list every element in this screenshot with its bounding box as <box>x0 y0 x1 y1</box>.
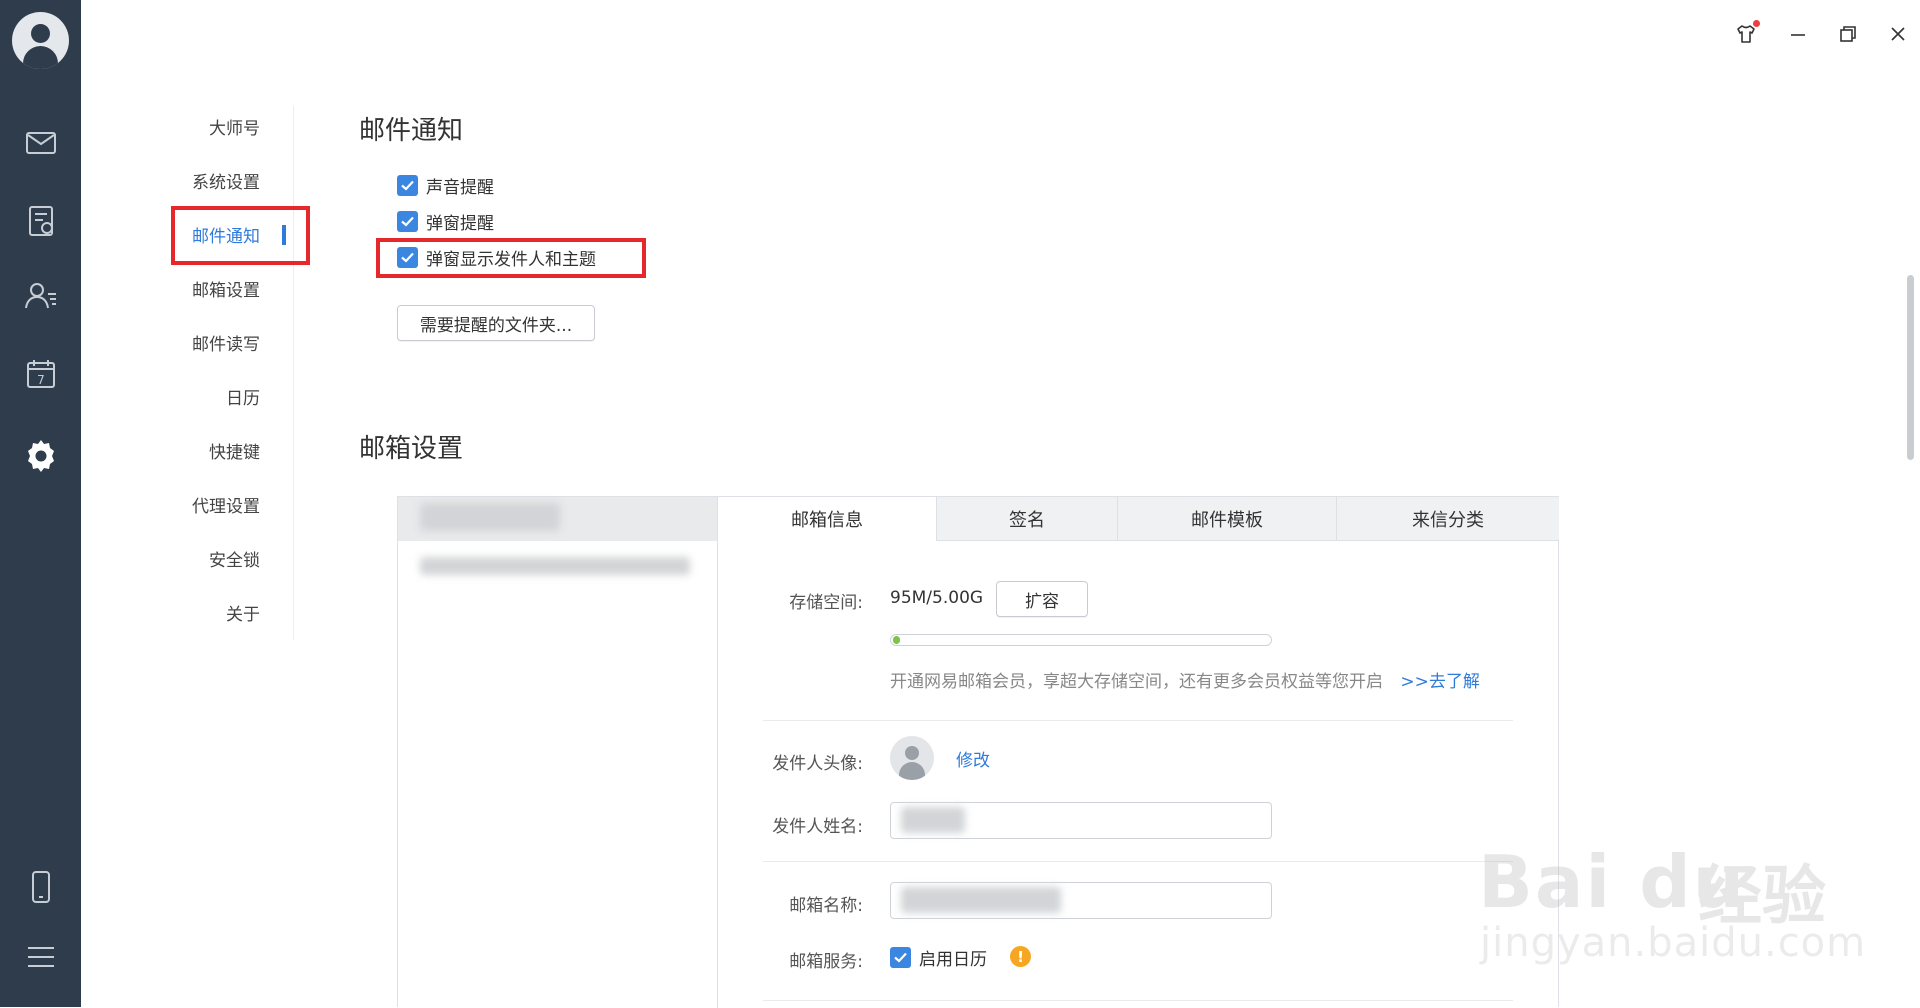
account-item-selected[interactable] <box>398 497 717 541</box>
minimize-icon[interactable] <box>1782 18 1814 50</box>
checkbox-checked-icon[interactable] <box>397 210 418 232</box>
phone-icon[interactable] <box>18 864 64 910</box>
warning-icon[interactable]: ! <box>1010 946 1031 967</box>
user-avatar[interactable] <box>12 12 69 69</box>
member-promo: 开通网易邮箱会员，享超大存储空间，还有更多会员权益等您开启 >>去了解 <box>890 667 1480 692</box>
promo-learn-more-link[interactable]: >>去了解 <box>1400 672 1480 692</box>
expand-storage-button[interactable]: 扩容 <box>996 581 1088 617</box>
menu-icon[interactable] <box>18 934 64 980</box>
option-label: 弹窗提醒 <box>426 213 494 234</box>
contacts-icon[interactable] <box>18 273 64 319</box>
redacted-account-email <box>420 557 690 575</box>
redacted-mailbox-name <box>901 887 1061 913</box>
mail-icon[interactable] <box>18 120 64 166</box>
popup-reminder-option[interactable]: 弹窗提醒 <box>397 208 494 234</box>
calendar-icon[interactable]: 7 <box>18 351 64 397</box>
tab-mail-template[interactable]: 邮件模板 <box>1117 497 1336 541</box>
promo-text: 开通网易邮箱会员，享超大存储空间，还有更多会员权益等您开启 <box>890 672 1383 692</box>
nav-item-about[interactable]: 关于 <box>160 592 294 632</box>
redacted-sender-name <box>901 807 965 833</box>
nav-item-shortcuts[interactable]: 快捷键 <box>160 430 294 470</box>
tab-mailbox-info[interactable]: 邮箱信息 <box>718 497 936 541</box>
baidu-watermark: Bai du 经验 jingyan.baidu.com <box>1478 800 1865 970</box>
divider <box>763 861 1513 862</box>
nav-divider <box>293 106 294 640</box>
nav-item-master[interactable]: 大师号 <box>160 106 294 146</box>
sender-name-input[interactable] <box>890 802 1272 839</box>
sender-name-label: 发件人姓名: <box>772 817 863 837</box>
storage-progress-bar <box>890 634 1272 646</box>
notify-section-title: 邮件通知 <box>359 116 464 146</box>
storage-value: 95M/5.00G <box>890 588 984 608</box>
mailbox-service-label: 邮箱服务: <box>789 952 863 972</box>
storage-label: 存储空间: <box>789 593 863 613</box>
option-label: 声音提醒 <box>426 177 494 198</box>
sound-reminder-option[interactable]: 声音提醒 <box>397 172 494 198</box>
calendar-day: 7 <box>37 373 45 387</box>
settings-gear-icon[interactable] <box>18 431 64 477</box>
option-label: 启用日历 <box>919 949 987 970</box>
sender-avatar-label: 发件人头像: <box>772 754 863 774</box>
mailbox-tabs: 邮箱信息 签名 邮件模板 来信分类 <box>718 497 1559 541</box>
modify-avatar-link[interactable]: 修改 <box>956 746 990 771</box>
app-rail: 7 <box>0 0 81 1007</box>
highlight-box-nav <box>171 206 310 265</box>
divider <box>763 720 1513 721</box>
highlight-box-option <box>376 238 646 278</box>
nav-item-system[interactable]: 系统设置 <box>160 160 294 200</box>
close-icon[interactable] <box>1882 18 1914 50</box>
divider <box>763 1000 1513 1001</box>
nav-item-read-write[interactable]: 邮件读写 <box>160 322 294 362</box>
storage-progress-fill <box>893 636 900 644</box>
enable-calendar-option[interactable]: 启用日历 <box>890 944 987 970</box>
mailbox-section-title: 邮箱设置 <box>359 434 464 464</box>
redacted-account <box>420 503 560 531</box>
reminder-folders-button[interactable]: 需要提醒的文件夹... <box>397 305 595 341</box>
sender-avatar <box>890 736 934 780</box>
scrollbar[interactable] <box>1907 275 1914 460</box>
tab-incoming-category[interactable]: 来信分类 <box>1336 497 1559 541</box>
nav-item-calendar[interactable]: 日历 <box>160 376 294 416</box>
nav-item-mailbox[interactable]: 邮箱设置 <box>160 268 294 308</box>
nav-item-security-lock[interactable]: 安全锁 <box>160 538 294 578</box>
tab-signature[interactable]: 签名 <box>936 497 1117 541</box>
nav-item-proxy[interactable]: 代理设置 <box>160 484 294 524</box>
checkbox-checked-icon[interactable] <box>890 946 911 968</box>
checkbox-checked-icon[interactable] <box>397 174 418 196</box>
watermark-url: jingyan.baidu.com <box>1480 920 1867 966</box>
notification-dot <box>1753 20 1760 27</box>
mailbox-name-input[interactable] <box>890 882 1272 919</box>
mailbox-name-label: 邮箱名称: <box>789 896 863 916</box>
skin-tshirt-icon[interactable] <box>1730 18 1762 50</box>
restore-icon[interactable] <box>1832 18 1864 50</box>
notes-icon[interactable] <box>18 198 64 244</box>
account-list <box>398 497 718 1008</box>
